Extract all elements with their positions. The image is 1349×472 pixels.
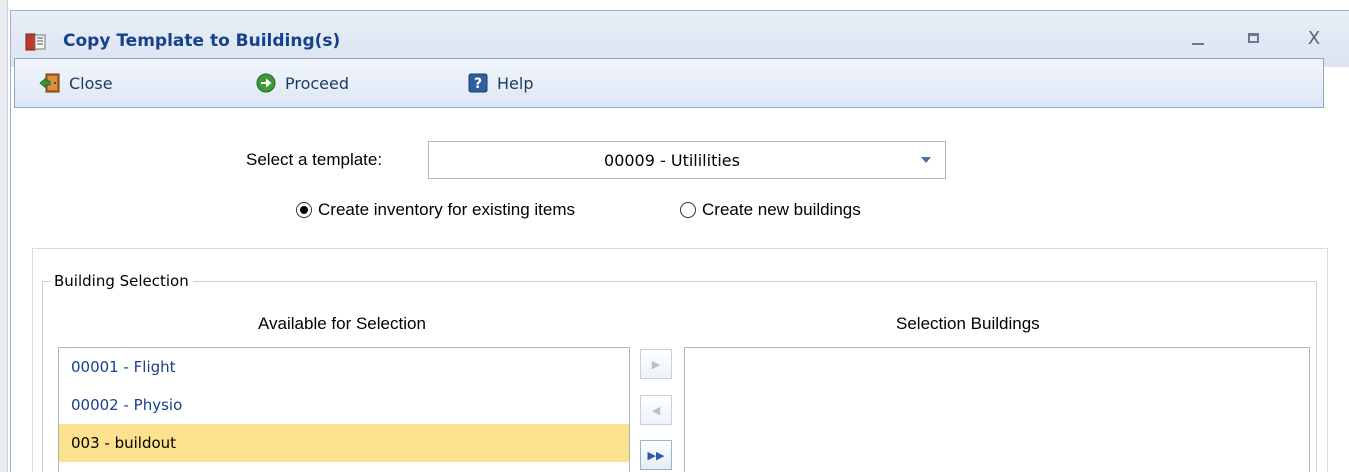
double-arrow-right-icon: ▶▶ <box>647 448 665 462</box>
template-book-icon <box>25 33 46 51</box>
close-button-label: Close <box>69 73 113 93</box>
arrow-right-icon: ▶ <box>651 357 661 371</box>
close-icon: X <box>1307 28 1321 49</box>
proceed-button-label: Proceed <box>285 73 350 93</box>
page: Copy Template to Building(s) X Close Pro… <box>0 0 1349 472</box>
background-window-edge <box>0 0 8 472</box>
radio-create-inventory[interactable]: Create inventory for existing items <box>296 200 575 220</box>
list-item-selected[interactable]: 003 - buildout <box>59 424 629 462</box>
list-item[interactable]: 00001 - Flight <box>59 348 629 386</box>
minimize-button[interactable] <box>1183 27 1213 51</box>
building-selection-title: Building Selection <box>50 272 193 290</box>
close-window-button[interactable]: X <box>1299 27 1329 51</box>
arrow-left-icon: ◀ <box>651 403 661 417</box>
help-button[interactable]: ? Help <box>467 59 533 107</box>
help-icon: ? <box>468 73 488 93</box>
template-selected-value: 00009 - Utililities <box>604 151 740 170</box>
radio-button-checked[interactable] <box>296 202 312 218</box>
template-dropdown[interactable]: 00009 - Utililities <box>428 141 946 179</box>
list-item[interactable]: 00002 - Physio <box>59 386 629 424</box>
selected-buildings-list[interactable] <box>684 347 1310 472</box>
radio-create-inventory-label: Create inventory for existing items <box>318 200 575 219</box>
toolbar: Close Proceed ? Help <box>14 58 1324 108</box>
chevron-down-icon <box>921 157 931 163</box>
remove-selected-button[interactable]: ◀ <box>640 395 672 425</box>
help-button-label: Help <box>497 73 534 93</box>
minimize-icon <box>1192 43 1204 45</box>
radio-create-new-buildings-label: Create new buildings <box>702 200 861 219</box>
add-selected-button[interactable]: ▶ <box>640 349 672 379</box>
selected-header: Selection Buildings <box>896 314 1040 333</box>
dialog-title: Copy Template to Building(s) <box>63 31 341 51</box>
arrow-right-circle-icon <box>256 73 276 93</box>
template-label: Select a template: <box>246 150 383 169</box>
radio-create-new-buildings[interactable]: Create new buildings <box>680 200 861 220</box>
add-all-button[interactable]: ▶▶ <box>640 440 672 470</box>
available-list[interactable]: 00001 - Flight 00002 - Physio 003 - buil… <box>58 347 630 472</box>
available-header: Available for Selection <box>258 314 426 333</box>
proceed-button[interactable]: Proceed <box>255 59 349 107</box>
maximize-button[interactable] <box>1239 27 1269 51</box>
close-button[interactable]: Close <box>39 59 113 107</box>
svg-text:?: ? <box>474 76 482 92</box>
maximize-icon <box>1248 33 1259 43</box>
radio-button-unchecked[interactable] <box>680 202 696 218</box>
exit-door-icon <box>39 73 60 93</box>
